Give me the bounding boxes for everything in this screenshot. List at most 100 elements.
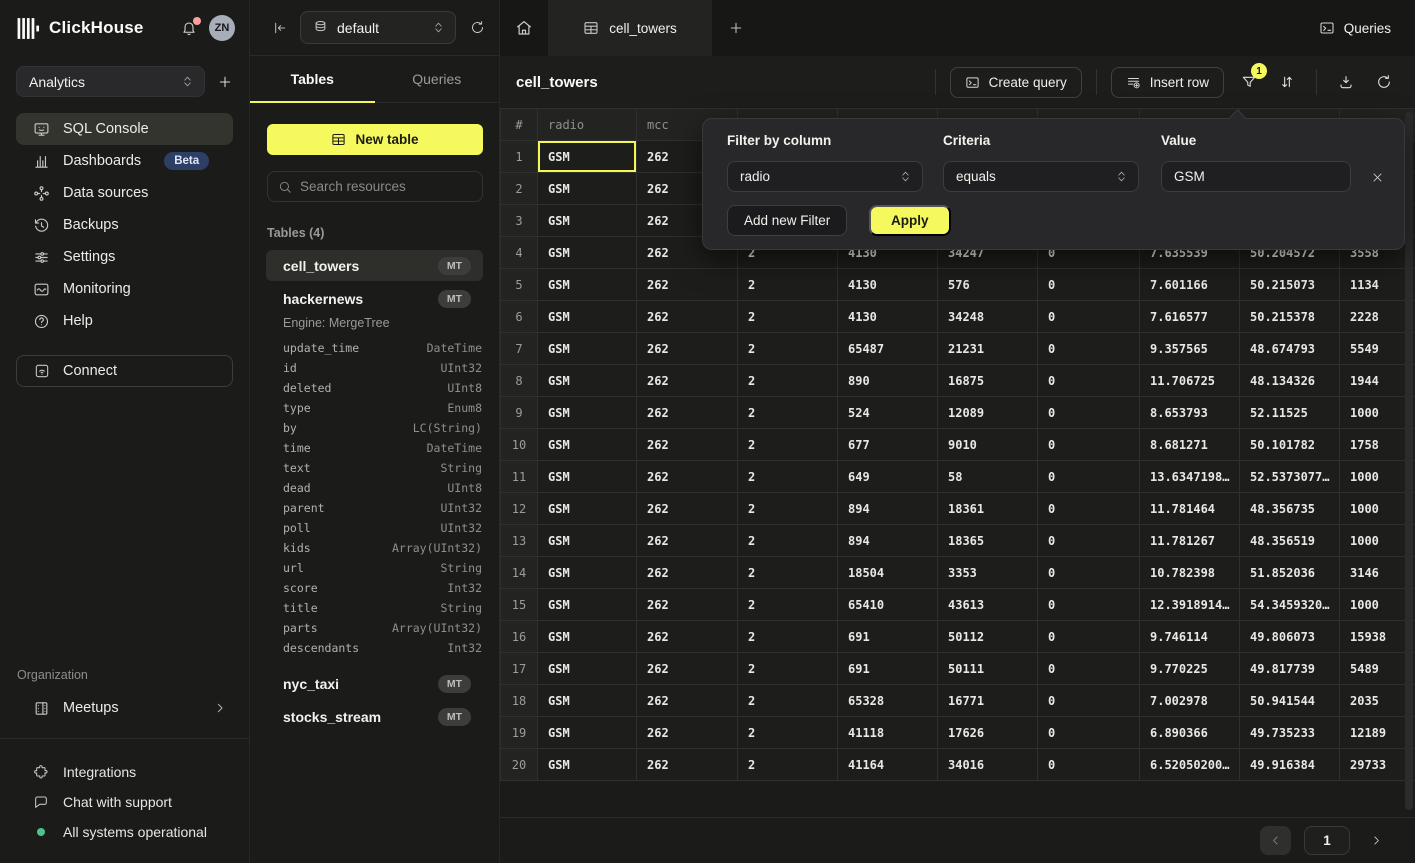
cell[interactable]: 2 (738, 301, 838, 333)
cell[interactable]: 18504 (838, 557, 938, 589)
cell[interactable]: 15938 (1340, 621, 1415, 653)
cell[interactable]: 262 (637, 589, 738, 621)
cell[interactable]: 0 (1038, 653, 1140, 685)
cell[interactable]: GSM (538, 685, 637, 717)
cell[interactable]: 262 (637, 685, 738, 717)
sidebar-item-meetups[interactable]: Meetups (16, 692, 233, 724)
sidebar-item-backups[interactable]: Backups (16, 209, 233, 241)
notifications-button[interactable] (181, 20, 197, 36)
apply-filter-button[interactable]: Apply (869, 205, 951, 236)
cell[interactable]: 7.616577 (1140, 301, 1240, 333)
cell[interactable]: 1944 (1340, 365, 1415, 397)
sidebar-item-data-sources[interactable]: Data sources (16, 177, 233, 209)
cell[interactable]: 1134 (1340, 269, 1415, 301)
cell[interactable]: 262 (637, 333, 738, 365)
cell[interactable]: 58 (938, 461, 1038, 493)
cell[interactable]: 890 (838, 365, 938, 397)
cell[interactable]: 0 (1038, 493, 1140, 525)
cell[interactable]: 6.52050200… (1140, 749, 1240, 781)
cell[interactable]: 11.706725 (1140, 365, 1240, 397)
cell[interactable]: 262 (637, 461, 738, 493)
remove-filter-button[interactable] (1365, 165, 1389, 189)
new-tab-button[interactable] (712, 0, 760, 56)
cell[interactable]: 0 (1038, 461, 1140, 493)
tab-tables[interactable]: Tables (250, 56, 375, 102)
cell[interactable]: 0 (1038, 429, 1140, 461)
cell[interactable]: 262 (637, 493, 738, 525)
cell[interactable]: 65487 (838, 333, 938, 365)
cell[interactable]: 8.653793 (1140, 397, 1240, 429)
cell[interactable]: 52.5373077… (1240, 461, 1340, 493)
cell[interactable]: 2 (738, 333, 838, 365)
refresh-tables-button[interactable] (470, 20, 485, 35)
cell[interactable]: 50.215378 (1240, 301, 1340, 333)
cell[interactable]: 10.782398 (1140, 557, 1240, 589)
cell[interactable]: 16771 (938, 685, 1038, 717)
cell[interactable]: 0 (1038, 685, 1140, 717)
cell[interactable]: 2035 (1340, 685, 1415, 717)
cell[interactable]: 50.101782 (1240, 429, 1340, 461)
cell[interactable]: 0 (1038, 717, 1140, 749)
cell[interactable]: 51.852036 (1240, 557, 1340, 589)
cell[interactable]: 0 (1038, 365, 1140, 397)
export-button[interactable] (1331, 67, 1361, 97)
refresh-button[interactable] (1369, 67, 1399, 97)
cell[interactable]: GSM (538, 237, 637, 269)
cell[interactable]: 21231 (938, 333, 1038, 365)
sidebar-item-chat-support[interactable]: Chat with support (16, 787, 233, 817)
cell[interactable]: GSM (538, 525, 637, 557)
cell[interactable]: 50.941544 (1240, 685, 1340, 717)
cell[interactable]: GSM (538, 717, 637, 749)
cell[interactable]: 49.817739 (1240, 653, 1340, 685)
cell[interactable]: 2 (738, 365, 838, 397)
cell[interactable]: 1000 (1340, 397, 1415, 429)
sidebar-item-sql-console[interactable]: SQL Console (16, 113, 233, 145)
cell[interactable]: GSM (538, 141, 637, 173)
cell[interactable]: GSM (538, 365, 637, 397)
sidebar-item-dashboards[interactable]: Dashboards Beta (16, 145, 233, 177)
collapse-panel-button[interactable] (272, 20, 288, 36)
cell[interactable]: GSM (538, 205, 637, 237)
cell[interactable]: 4130 (838, 269, 938, 301)
cell[interactable]: 41118 (838, 717, 938, 749)
table-item-stocks-stream[interactable]: stocks_stream MT (266, 701, 483, 732)
sidebar-item-integrations[interactable]: Integrations (16, 757, 233, 787)
cell[interactable]: 17626 (938, 717, 1038, 749)
cell[interactable]: 9.357565 (1140, 333, 1240, 365)
sidebar-item-help[interactable]: Help (16, 305, 233, 337)
new-table-button[interactable]: New table (267, 124, 483, 155)
cell[interactable]: GSM (538, 589, 637, 621)
cell[interactable]: 894 (838, 493, 938, 525)
workspace-select[interactable]: Analytics (16, 66, 205, 97)
cell[interactable]: 0 (1038, 525, 1140, 557)
cell[interactable]: 12.3918914… (1140, 589, 1240, 621)
cell[interactable]: GSM (538, 173, 637, 205)
cell[interactable]: 2 (738, 557, 838, 589)
add-new-filter-button[interactable]: Add new Filter (727, 205, 847, 236)
cell[interactable]: 34248 (938, 301, 1038, 333)
cell[interactable]: 262 (637, 749, 738, 781)
cell[interactable]: 16875 (938, 365, 1038, 397)
cell[interactable]: 2 (738, 621, 838, 653)
create-query-button[interactable]: Create query (950, 67, 1082, 98)
cell[interactable]: 0 (1038, 621, 1140, 653)
cell[interactable]: 1000 (1340, 461, 1415, 493)
cell[interactable]: 43613 (938, 589, 1038, 621)
cell[interactable]: 2 (738, 525, 838, 557)
sidebar-item-settings[interactable]: Settings (16, 241, 233, 273)
cell[interactable]: 1000 (1340, 493, 1415, 525)
cell[interactable]: 894 (838, 525, 938, 557)
sort-button[interactable] (1272, 67, 1302, 97)
cell[interactable]: 5489 (1340, 653, 1415, 685)
cell[interactable]: 11.781267 (1140, 525, 1240, 557)
cell[interactable]: 8.681271 (1140, 429, 1240, 461)
cell[interactable]: 5549 (1340, 333, 1415, 365)
cell[interactable]: 677 (838, 429, 938, 461)
cell[interactable]: 3353 (938, 557, 1038, 589)
cell[interactable]: GSM (538, 749, 637, 781)
tab-queries[interactable]: Queries (375, 56, 500, 102)
cell[interactable]: 2 (738, 717, 838, 749)
cell[interactable]: GSM (538, 269, 637, 301)
cell[interactable]: 6.890366 (1140, 717, 1240, 749)
filter-button[interactable]: 1 (1234, 67, 1264, 97)
